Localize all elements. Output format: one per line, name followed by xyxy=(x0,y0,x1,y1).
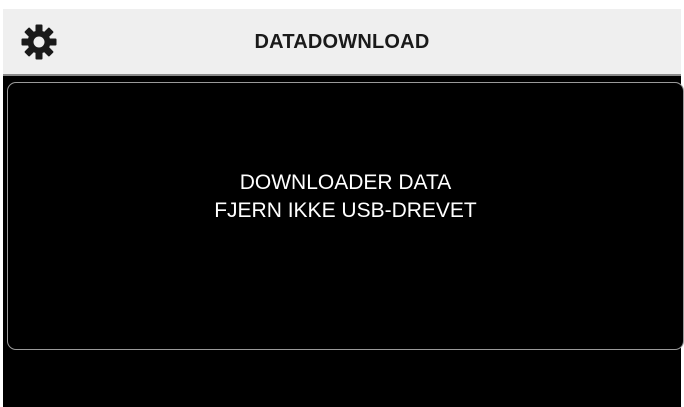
page-title: DATADOWNLOAD xyxy=(254,31,430,53)
header-bar: DATADOWNLOAD xyxy=(3,9,681,76)
status-message-line-1: DOWNLOADER DATA xyxy=(239,171,452,194)
device-screen: DATADOWNLOAD DOWNLOADER DATA FJERN IKKE … xyxy=(3,9,684,407)
status-message-line-2: FJERN IKKE USB-DREVET xyxy=(214,199,477,222)
message-panel: DOWNLOADER DATA FJERN IKKE USB-DREVET xyxy=(7,82,684,350)
status-message: DOWNLOADER DATA FJERN IKKE USB-DREVET xyxy=(8,169,683,225)
